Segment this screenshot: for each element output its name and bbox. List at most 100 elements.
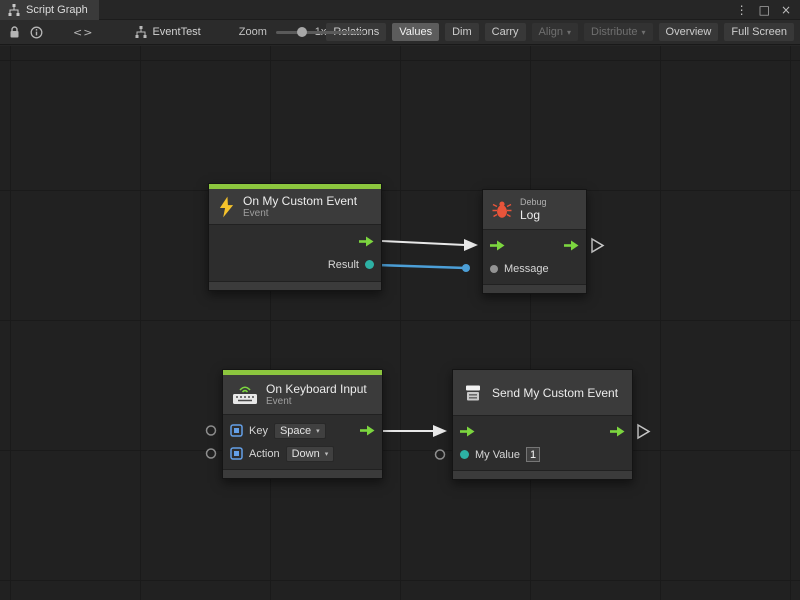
node-footer	[453, 470, 632, 479]
flow-input-port[interactable]	[490, 240, 505, 251]
unconnected-value-port-circle-key[interactable]	[207, 426, 216, 435]
info-icon[interactable]	[30, 26, 43, 39]
toolbar-button-distribute[interactable]: Distribute ▾	[584, 23, 652, 41]
flow-input-port[interactable]	[460, 426, 475, 437]
port-label-key: Key	[249, 425, 268, 437]
port-row	[209, 230, 381, 253]
flow-connection-custom-event-to-log	[382, 241, 465, 245]
toolbar-button-align[interactable]: Align ▾	[532, 23, 578, 41]
action-dropdown-value: Down	[292, 448, 320, 460]
node-header: Debug Log	[483, 190, 586, 230]
value-connection-endpoint	[462, 264, 470, 272]
script-graph-window: Script Graph ⋮ □ × <>	[0, 0, 800, 600]
action-dropdown[interactable]: Down ▾	[286, 446, 335, 462]
graph-reference[interactable]: EventTest	[135, 26, 200, 38]
zoom-slider[interactable]	[276, 26, 308, 38]
key-dropdown[interactable]: Space ▾	[274, 423, 326, 439]
chevron-down-icon: ▾	[316, 427, 320, 435]
keycode-icon	[230, 424, 243, 437]
toolbar-button-dim[interactable]: Dim	[445, 23, 479, 41]
flow-connection-arrowhead	[433, 425, 447, 437]
unconnected-flow-port-triangle[interactable]	[638, 425, 649, 438]
flow-output-port[interactable]	[564, 240, 579, 251]
node-on-keyboard-input[interactable]: On Keyboard Input Event Key Space ▾	[222, 369, 383, 479]
node-footer	[223, 469, 382, 478]
toolbar-button-overview[interactable]: Overview	[659, 23, 719, 41]
node-body: My Value 1	[453, 416, 632, 470]
graph-name: EventTest	[152, 26, 200, 38]
toolbar-button-values[interactable]: Values	[392, 23, 439, 41]
window-controls: ⋮ □ ×	[732, 3, 800, 17]
node-subtitle: Event	[266, 396, 367, 408]
send-event-icon	[462, 383, 484, 403]
chevron-down-icon: ▾	[567, 28, 571, 37]
kebab-menu-icon[interactable]: ⋮	[732, 3, 752, 17]
unconnected-value-port-circle-action[interactable]	[207, 449, 216, 458]
bug-icon	[492, 200, 512, 219]
node-body: Key Space ▾ Action	[223, 415, 382, 469]
title-bar: Script Graph ⋮ □ ×	[0, 0, 800, 20]
node-title: Send My Custom Event	[492, 386, 618, 400]
chevron-down-icon: ▾	[325, 450, 329, 458]
port-row	[453, 420, 632, 443]
node-footer	[483, 284, 586, 293]
tab-script-graph[interactable]: Script Graph	[0, 0, 99, 20]
port-label-my-value: My Value	[475, 449, 520, 461]
toolbar-button-fullscreen[interactable]: Full Screen	[724, 23, 794, 41]
close-icon[interactable]: ×	[777, 3, 795, 17]
port-row: My Value 1	[453, 443, 632, 466]
port-row: Message	[483, 257, 586, 280]
tab-title: Script Graph	[26, 4, 88, 16]
zoom-slider-thumb[interactable]	[297, 27, 307, 37]
maximize-icon[interactable]: □	[755, 3, 774, 17]
node-footer	[209, 281, 381, 290]
lock-icon[interactable]	[9, 26, 20, 39]
flow-output-port[interactable]	[359, 236, 374, 247]
graph-toolbar: <> EventTest Zoom 1x Relations Values Di…	[0, 20, 800, 45]
script-graph-icon	[8, 4, 20, 16]
code-icon[interactable]: <>	[73, 26, 93, 39]
node-debug-log[interactable]: Debug Log Me	[482, 189, 587, 294]
node-send-my-custom-event[interactable]: Send My Custom Event M	[452, 369, 633, 480]
value-output-port-result[interactable]	[365, 260, 374, 269]
node-title: Log	[520, 208, 547, 222]
keyboard-icon	[232, 384, 258, 405]
flow-output-port[interactable]	[610, 426, 625, 437]
node-titles: On My Custom Event Event	[243, 194, 357, 220]
zoom-slider-track	[276, 31, 364, 34]
node-header: On Keyboard Input Event	[223, 375, 382, 415]
graph-asset-icon	[135, 26, 147, 38]
node-body: Result	[209, 225, 381, 281]
port-label-action: Action	[249, 448, 280, 460]
graph-canvas[interactable]: On My Custom Event Event Result	[0, 46, 800, 600]
node-header: Send My Custom Event	[453, 370, 632, 416]
key-dropdown-value: Space	[280, 425, 311, 437]
flow-connection-arrowhead	[464, 239, 478, 251]
node-on-my-custom-event[interactable]: On My Custom Event Event Result	[208, 183, 382, 291]
toolbar-buttons: Relations Values Dim Carry Align ▾ Distr…	[326, 23, 796, 41]
flow-output-port[interactable]	[360, 425, 375, 436]
value-input-port-my-value[interactable]	[460, 450, 469, 459]
node-titles: On Keyboard Input Event	[266, 382, 367, 408]
node-title: On Keyboard Input	[266, 382, 367, 396]
unconnected-flow-port-triangle[interactable]	[592, 239, 603, 252]
port-row: Key Space ▾	[223, 419, 382, 442]
node-subtitle: Event	[243, 208, 357, 220]
node-body: Message	[483, 230, 586, 284]
unconnected-value-port-circle-my-value[interactable]	[436, 450, 445, 459]
node-header: On My Custom Event Event	[209, 189, 381, 225]
chevron-down-icon: ▾	[642, 28, 646, 37]
toolbar-button-carry[interactable]: Carry	[485, 23, 526, 41]
my-value-input[interactable]: 1	[526, 447, 540, 462]
port-label-message: Message	[504, 263, 549, 275]
node-group-label: Debug	[520, 197, 547, 208]
zoom-label: Zoom	[239, 26, 267, 38]
node-title: On My Custom Event	[243, 194, 357, 208]
port-row: Action Down ▾	[223, 442, 382, 465]
node-titles: Debug Log	[520, 197, 547, 222]
lightning-bolt-icon	[218, 196, 235, 218]
action-icon	[230, 447, 243, 460]
port-row	[483, 234, 586, 257]
distribute-label: Distribute	[591, 26, 637, 38]
value-input-port-message[interactable]	[490, 265, 498, 273]
